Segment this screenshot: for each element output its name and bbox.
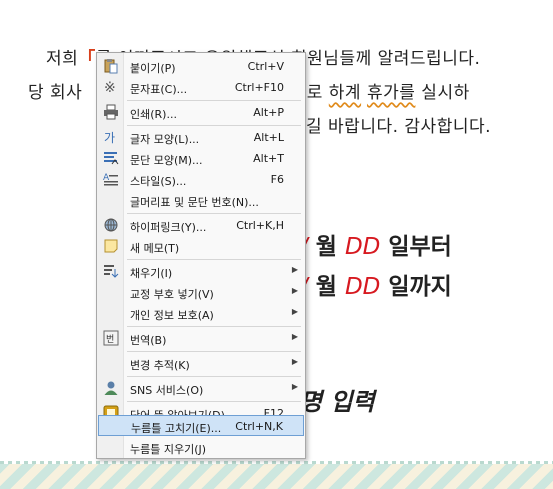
- click-field-mark: 「: [78, 49, 96, 69]
- menu-item-translate[interactable]: 번 번역(B) ▶: [98, 328, 304, 349]
- hyperlink-icon: [103, 217, 119, 233]
- paragraph-shape-icon: [103, 150, 119, 166]
- menu-separator: [127, 376, 301, 377]
- svg-text:가: 가: [104, 131, 115, 145]
- submenu-arrow-icon: ▶: [291, 357, 298, 366]
- menu-separator: [127, 213, 301, 214]
- company-name-field[interactable]: 명 입력: [300, 382, 375, 417]
- decorative-stripe-border: [0, 461, 553, 489]
- menu-item-fill[interactable]: 채우기(I) ▶: [98, 261, 304, 282]
- paste-icon: [103, 58, 119, 74]
- doc-text: 실시하: [415, 83, 470, 103]
- context-menu: 붙이기(P) Ctrl+V ※ 문자표(C)... Ctrl+F10 인쇄(R)…: [96, 52, 306, 459]
- symbol-icon: ※: [103, 79, 119, 96]
- day-field[interactable]: DD: [345, 234, 380, 260]
- submenu-arrow-icon: ▶: [291, 382, 298, 391]
- memo-icon: [103, 238, 119, 254]
- menu-separator: [127, 125, 301, 126]
- end-date-line: / 월 DD 일까지: [300, 267, 452, 301]
- doc-line-3: 길 바랍니다. 감사합니다.: [306, 117, 492, 137]
- menu-separator: [127, 326, 301, 327]
- svg-text:번: 번: [106, 334, 114, 345]
- menu-item-symbols[interactable]: ※ 문자표(C)... Ctrl+F10: [98, 77, 304, 98]
- menu-item-bullets-numbering[interactable]: 글머리표 및 문단 번호(N)...: [98, 190, 304, 211]
- menu-item-hyperlink[interactable]: 하이퍼링크(Y)... Ctrl+K,H: [98, 215, 304, 236]
- doc-text: 당 회사: [28, 83, 83, 103]
- menu-separator: [127, 401, 301, 402]
- menu-item-proofread-marks[interactable]: 교정 부호 넣기(V) ▶: [98, 282, 304, 303]
- menu-item-paragraph-shape[interactable]: 문단 모양(M)... Alt+T: [98, 148, 304, 169]
- menu-item-edit-click-field[interactable]: 누름틀 고치기(E)... Ctrl+N,K: [98, 415, 304, 436]
- doc-text: 저희: [46, 49, 79, 69]
- menu-item-paste[interactable]: 붙이기(P) Ctrl+V: [98, 56, 304, 77]
- menu-item-privacy[interactable]: 개인 정보 보호(A) ▶: [98, 303, 304, 324]
- submenu-arrow-icon: ▶: [291, 307, 298, 316]
- submenu-arrow-icon: ▶: [291, 286, 298, 295]
- print-icon: [103, 104, 119, 120]
- menu-item-new-memo[interactable]: 새 메모(T): [98, 236, 304, 257]
- submenu-arrow-icon: ▶: [291, 332, 298, 341]
- menu-separator: [127, 100, 301, 101]
- char-shape-icon: 가: [103, 129, 119, 145]
- start-date-line: / 월 DD 일부터: [300, 227, 452, 261]
- style-icon: A: [103, 171, 119, 187]
- svg-text:※: ※: [104, 80, 116, 95]
- menu-item-char-shape[interactable]: 가 글자 모양(L)... Alt+L: [98, 127, 304, 148]
- menu-item-delete-click-field[interactable]: 누름틀 지우기(J): [98, 437, 304, 458]
- menu-item-sns[interactable]: SNS 서비스(O) ▶: [98, 378, 304, 399]
- menu-separator: [127, 351, 301, 352]
- submenu-arrow-icon: ▶: [291, 265, 298, 274]
- translate-icon: 번: [103, 330, 119, 346]
- menu-item-style[interactable]: A 스타일(S)... F6: [98, 169, 304, 190]
- menu-separator: [127, 259, 301, 260]
- menu-item-track-changes[interactable]: 변경 추적(K) ▶: [98, 353, 304, 374]
- menu-item-print[interactable]: 인쇄(R)... Alt+P: [98, 102, 304, 123]
- day-field[interactable]: DD: [345, 274, 380, 300]
- spellcheck-word: 휴가를: [366, 83, 416, 103]
- fill-icon: [103, 263, 119, 279]
- spellcheck-word: 하계: [328, 83, 362, 103]
- sns-icon: [103, 380, 119, 396]
